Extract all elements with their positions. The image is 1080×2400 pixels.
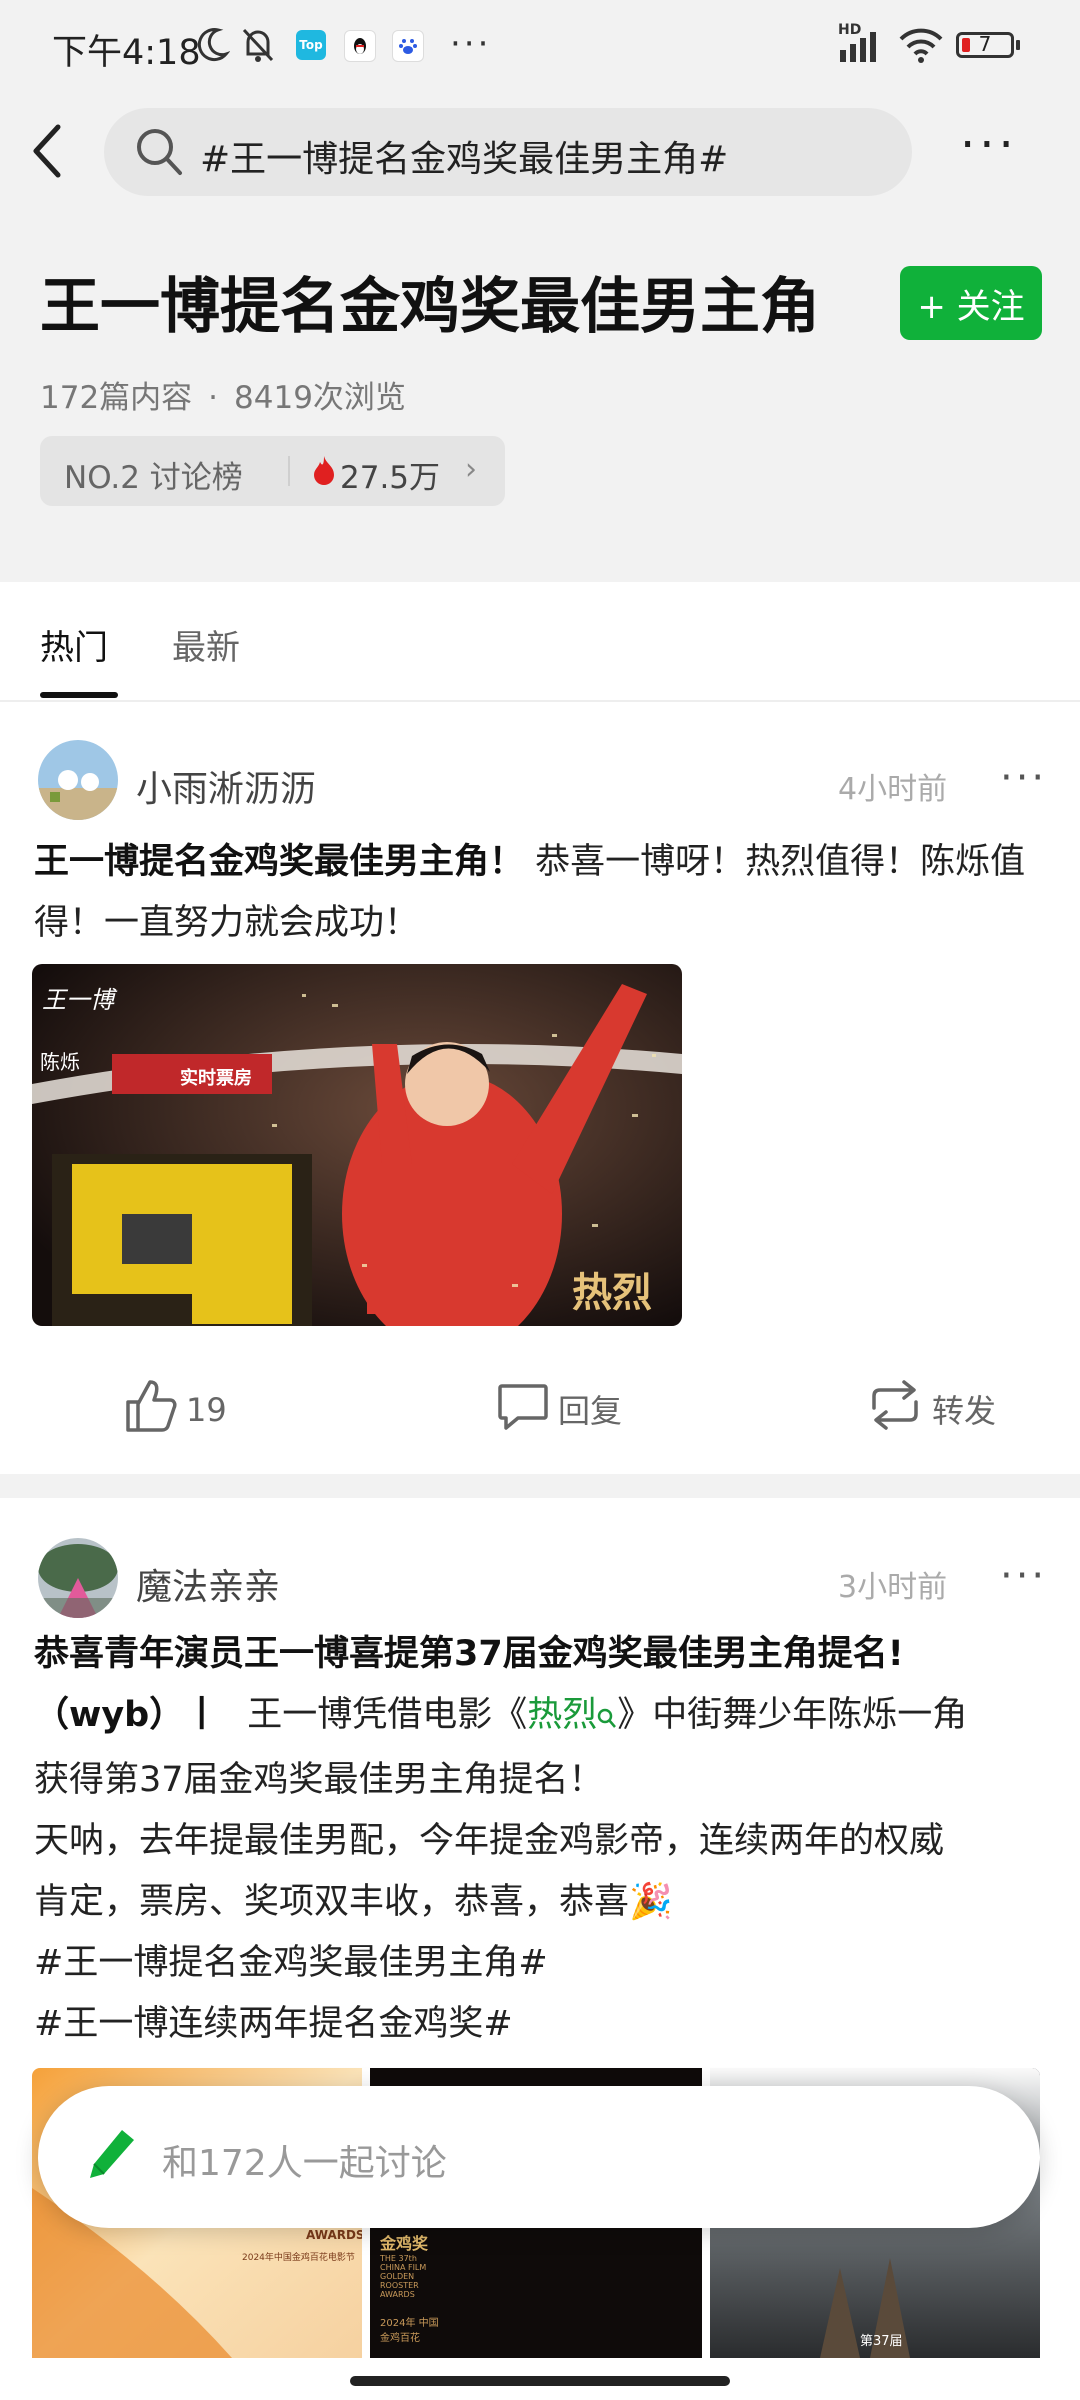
repost-button[interactable]: 转发 xyxy=(866,1378,996,1440)
back-arrow-icon xyxy=(30,123,64,183)
battery-cap xyxy=(1016,40,1020,50)
back-button[interactable] xyxy=(30,118,80,188)
avatar[interactable] xyxy=(38,740,118,820)
post-body: 王一博提名金鸡奖最佳男主角！ 恭喜一博呀！热烈值得！陈烁值得！一直努力就会成功！ xyxy=(34,832,1044,954)
network-label: HD xyxy=(838,22,862,38)
image-name-tag: 陈烁 xyxy=(40,1050,80,1074)
comment-icon xyxy=(496,1378,550,1440)
post-text-part: 王一博凭借电影《 xyxy=(247,1695,528,1735)
post-image[interactable]: 王一博 陈烁 实时票房 热烈 xyxy=(32,964,682,1326)
like-count: 19 xyxy=(186,1391,227,1429)
post-text-line: 天呐，去年提最佳男配，今年提金鸡影帝，连续两年的权威 xyxy=(34,1821,945,1861)
active-tab-indicator xyxy=(40,692,118,698)
pen-icon xyxy=(86,2126,138,2186)
post-card[interactable]: 小雨淅沥沥 4小时前 ··· 王一博提名金鸡奖最佳男主角！ 恭喜一博呀！热烈值得… xyxy=(0,702,1080,1474)
fire-icon xyxy=(312,454,336,490)
moon-icon xyxy=(196,26,231,68)
tab-latest[interactable]: 最新 xyxy=(172,620,240,669)
search-box[interactable]: #王一博提名金鸡奖最佳男主角# xyxy=(104,108,912,196)
battery-level: 7 xyxy=(978,32,992,56)
status-bar: 下午4:18 Top ··· HD 7 xyxy=(0,0,1080,94)
repost-label: 转发 xyxy=(932,1392,997,1430)
mute-bell-icon xyxy=(240,26,276,68)
more-notifications-icon: ··· xyxy=(450,24,492,64)
battery-icon: 7 xyxy=(956,32,1014,58)
post-more-button[interactable]: ··· xyxy=(1000,1556,1047,1596)
image-subcaption: 2024年中国金鸡百花电影节 xyxy=(242,2253,355,2263)
reply-label: 回复 xyxy=(558,1392,623,1430)
image-banner-text: 实时票房 xyxy=(180,1068,252,1089)
image-caption: 金鸡奖 xyxy=(380,2234,429,2253)
avatar[interactable] xyxy=(38,1538,118,1618)
repost-icon xyxy=(866,1378,924,1440)
follow-button[interactable]: + 关注 xyxy=(900,266,1042,340)
post-card[interactable]: 魔法亲亲 3小时前 ··· 恭喜青年演员王一博喜提第37届金鸡奖最佳男主角提名!… xyxy=(0,1498,1080,2378)
like-button[interactable]: 19 xyxy=(124,1378,227,1442)
topic-title: 王一博提名金鸡奖最佳男主角 xyxy=(40,272,820,342)
chevron-right-icon: › xyxy=(465,452,477,487)
image-caption: 第37届 xyxy=(860,2334,903,2349)
post-body: 恭喜青年演员王一博喜提第37届金鸡奖最佳男主角提名! （wyb）丨 王一博凭借电影… xyxy=(34,1624,1044,2055)
post-text-line: 肯定，票房、奖项双丰收，恭喜，恭喜🎉 xyxy=(34,1882,673,1922)
rank-label: NO.2 讨论榜 xyxy=(64,460,243,496)
link-search-icon xyxy=(597,1689,617,1750)
thumbs-up-icon xyxy=(124,1378,178,1442)
search-query-text: #王一博提名金鸡奖最佳男主角# xyxy=(200,139,729,180)
post-divider xyxy=(0,1474,1080,1498)
stats-separator: · xyxy=(208,380,219,416)
post-tagline: （wyb）丨 xyxy=(34,1695,220,1735)
home-indicator[interactable] xyxy=(350,2376,730,2386)
hashtag-link[interactable]: #王一博连续两年提名金鸡奖# xyxy=(34,1994,1044,2055)
post-more-button[interactable]: ··· xyxy=(1000,758,1047,798)
status-time: 下午4:18 xyxy=(52,33,201,73)
image-movie-logo: 热烈 xyxy=(572,1269,652,1316)
tab-hot[interactable]: 热门 xyxy=(40,620,108,669)
image-subcaption: THE 37th CHINA FILM GOLDEN ROOSTER AWARD… xyxy=(380,2254,427,2299)
username[interactable]: 小雨淅沥沥 xyxy=(136,760,316,812)
view-count: 8419次浏览 xyxy=(234,380,406,416)
post-headline: 王一博提名金鸡奖最佳男主角！ xyxy=(34,842,525,882)
image-subcaption: 2024年 中国金鸡百花 xyxy=(380,2318,439,2344)
baidu-icon xyxy=(392,30,424,62)
app-badge-top-icon: Top xyxy=(296,30,326,60)
post-time: 3小时前 xyxy=(838,1570,948,1605)
qq-icon xyxy=(344,30,376,62)
image-signature: 王一博 xyxy=(42,986,114,1014)
signal-icon: HD xyxy=(838,22,888,68)
hot-value: 27.5万 xyxy=(340,460,441,496)
tab-bar: 热门 最新 xyxy=(0,582,1080,702)
topic-stats: 172篇内容 · 8419次浏览 xyxy=(40,372,406,417)
post-headline: 恭喜青年演员王一博喜提第37届金鸡奖最佳男主角提名! xyxy=(34,1634,904,1674)
rank-divider xyxy=(288,456,290,486)
content-count: 172篇内容 xyxy=(40,380,193,416)
movie-link[interactable]: 热烈 xyxy=(527,1695,597,1735)
search-icon xyxy=(134,126,184,182)
post-text-part: 》中街舞少年陈烁一角 xyxy=(617,1695,968,1735)
discussion-input[interactable]: 和172人一起讨论 xyxy=(38,2086,1040,2228)
post-text-line: 获得第37届金鸡奖最佳男主角提名！ xyxy=(34,1760,604,1800)
reply-button[interactable]: 回复 xyxy=(496,1378,622,1440)
wifi-icon xyxy=(898,26,944,68)
discussion-rank-chip[interactable]: NO.2 讨论榜 27.5万 › xyxy=(40,436,505,506)
more-options-button[interactable]: ··· xyxy=(960,121,1018,169)
image-caption: AWARDS xyxy=(306,2228,362,2242)
username[interactable]: 魔法亲亲 xyxy=(136,1558,280,1610)
hashtag-link[interactable]: #王一博提名金鸡奖最佳男主角# xyxy=(34,1933,1044,1994)
post-time: 4小时前 xyxy=(838,772,948,807)
discussion-placeholder: 和172人一起讨论 xyxy=(162,2143,447,2184)
